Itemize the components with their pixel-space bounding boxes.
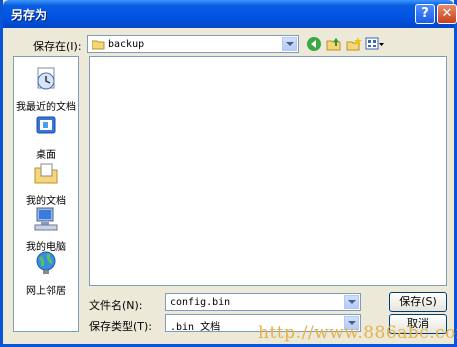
view-menu-icon[interactable] [365,36,385,52]
place-recent-documents[interactable]: 我最近的文档 [14,65,78,113]
place-network[interactable]: 网上邻居 [14,249,78,297]
place-my-documents[interactable]: 我的文档 [14,159,78,207]
network-places-icon [36,251,56,274]
recent-documents-icon [37,67,55,90]
up-folder-icon[interactable] [326,36,342,52]
filename-input[interactable]: config.bin [165,293,361,311]
my-documents-icon [34,163,58,184]
filetype-label: 保存类型(T): [89,320,153,333]
new-folder-icon[interactable] [346,36,362,52]
filetype-value: .bin 文档 [170,322,221,333]
watermark-text: http://www.886abc.com [258,323,457,343]
help-button[interactable]: ? [415,4,435,24]
save-in-dropdown[interactable]: backup [87,35,299,53]
close-button[interactable]: ✕ [437,4,457,24]
place-label: 网上邻居 [26,286,66,297]
window-title: 另存为 [11,8,48,22]
save-in-label: 保存在(I): [33,40,82,53]
desktop-icon [36,116,56,134]
chevron-down-icon[interactable] [344,295,359,309]
place-my-computer[interactable]: 我的电脑 [14,205,78,253]
filename-label: 文件名(N): [89,299,143,312]
place-label: 我最近的文档 [16,102,76,113]
file-list[interactable] [89,56,447,286]
save-as-dialog: 另存为 ? ✕ 保存在(I): backup 我最近的文档 桌面 我的文档 我的… [0,0,457,347]
save-button[interactable]: 保存(S) [389,292,447,312]
filename-value: config.bin [170,297,231,308]
save-in-value: backup [108,39,145,50]
place-desktop[interactable]: 桌面 [14,113,78,161]
chevron-down-icon[interactable] [282,37,297,51]
places-bar: 我最近的文档 桌面 我的文档 我的电脑 网上邻居 [13,56,79,332]
my-computer-icon [34,207,58,231]
folder-icon [92,40,105,50]
title-bar[interactable]: 另存为 ? ✕ [3,0,457,28]
back-icon[interactable] [306,36,322,52]
